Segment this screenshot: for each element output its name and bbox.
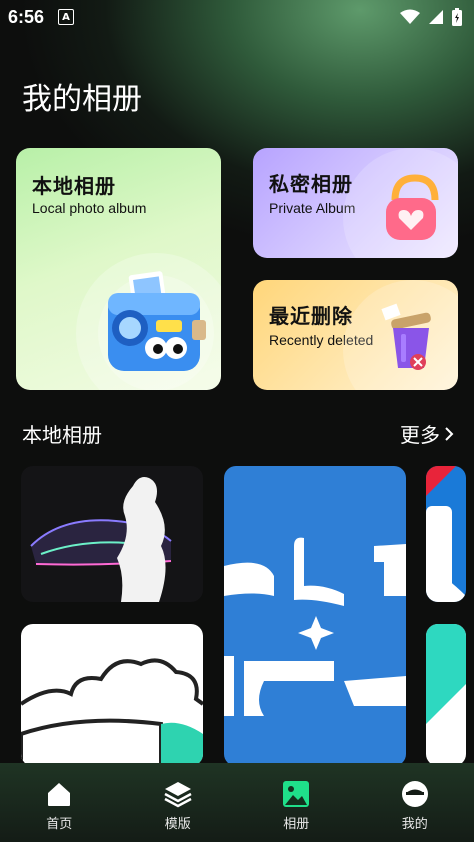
photo-thumbnail[interactable] [21,624,203,766]
battery-icon [452,8,462,26]
page-title: 我的相册 [22,82,142,117]
tab-label: 首页 [46,817,73,832]
image-icon [283,781,310,807]
status-bar: 6:56 A [0,0,474,34]
partial-photo-image [426,624,466,724]
section-title: 本地相册 [22,423,102,447]
tab-profile[interactable]: 我的 [375,779,455,832]
more-link[interactable]: 更多 [400,419,454,448]
bottom-tab-bar: 首页 模版 相册 我的 [0,763,474,842]
tab-templates[interactable]: 模版 [138,779,218,832]
status-time: 6:56 [8,6,45,27]
tab-home[interactable]: 首页 [19,779,99,832]
wifi-icon [400,9,420,24]
chevron-right-icon [445,426,454,441]
tab-label: 模版 [164,817,191,832]
cartoon-cloud-image [21,658,203,766]
private-album-card[interactable]: 私密相册 Private Album [253,148,458,258]
photo-thumbnail[interactable] [426,624,466,766]
signal-icon [429,10,443,24]
car-woman-silhouette-image [30,477,172,602]
tab-label: 我的 [401,817,428,832]
sparkle-pattern-image [224,537,406,716]
partial-photo-image [426,466,466,602]
camera-icon [76,253,221,390]
photo-thumbnail[interactable] [21,466,203,602]
photo-thumbnail[interactable] [426,466,466,602]
profile-icon [401,781,428,807]
home-icon [48,783,71,806]
more-link-label: 更多 [400,423,440,447]
photo-thumbnail[interactable] [224,466,406,766]
lock-icon [343,148,458,258]
tab-album[interactable]: 相册 [256,779,336,832]
recently-deleted-card[interactable]: 最近删除 Recently deleted [253,280,458,390]
layers-icon [164,782,192,808]
notification-icon: A [58,9,75,25]
trash-icon [343,280,458,390]
tab-label: 相册 [283,817,310,832]
local-album-card[interactable]: 本地相册 Local photo album [16,148,221,390]
